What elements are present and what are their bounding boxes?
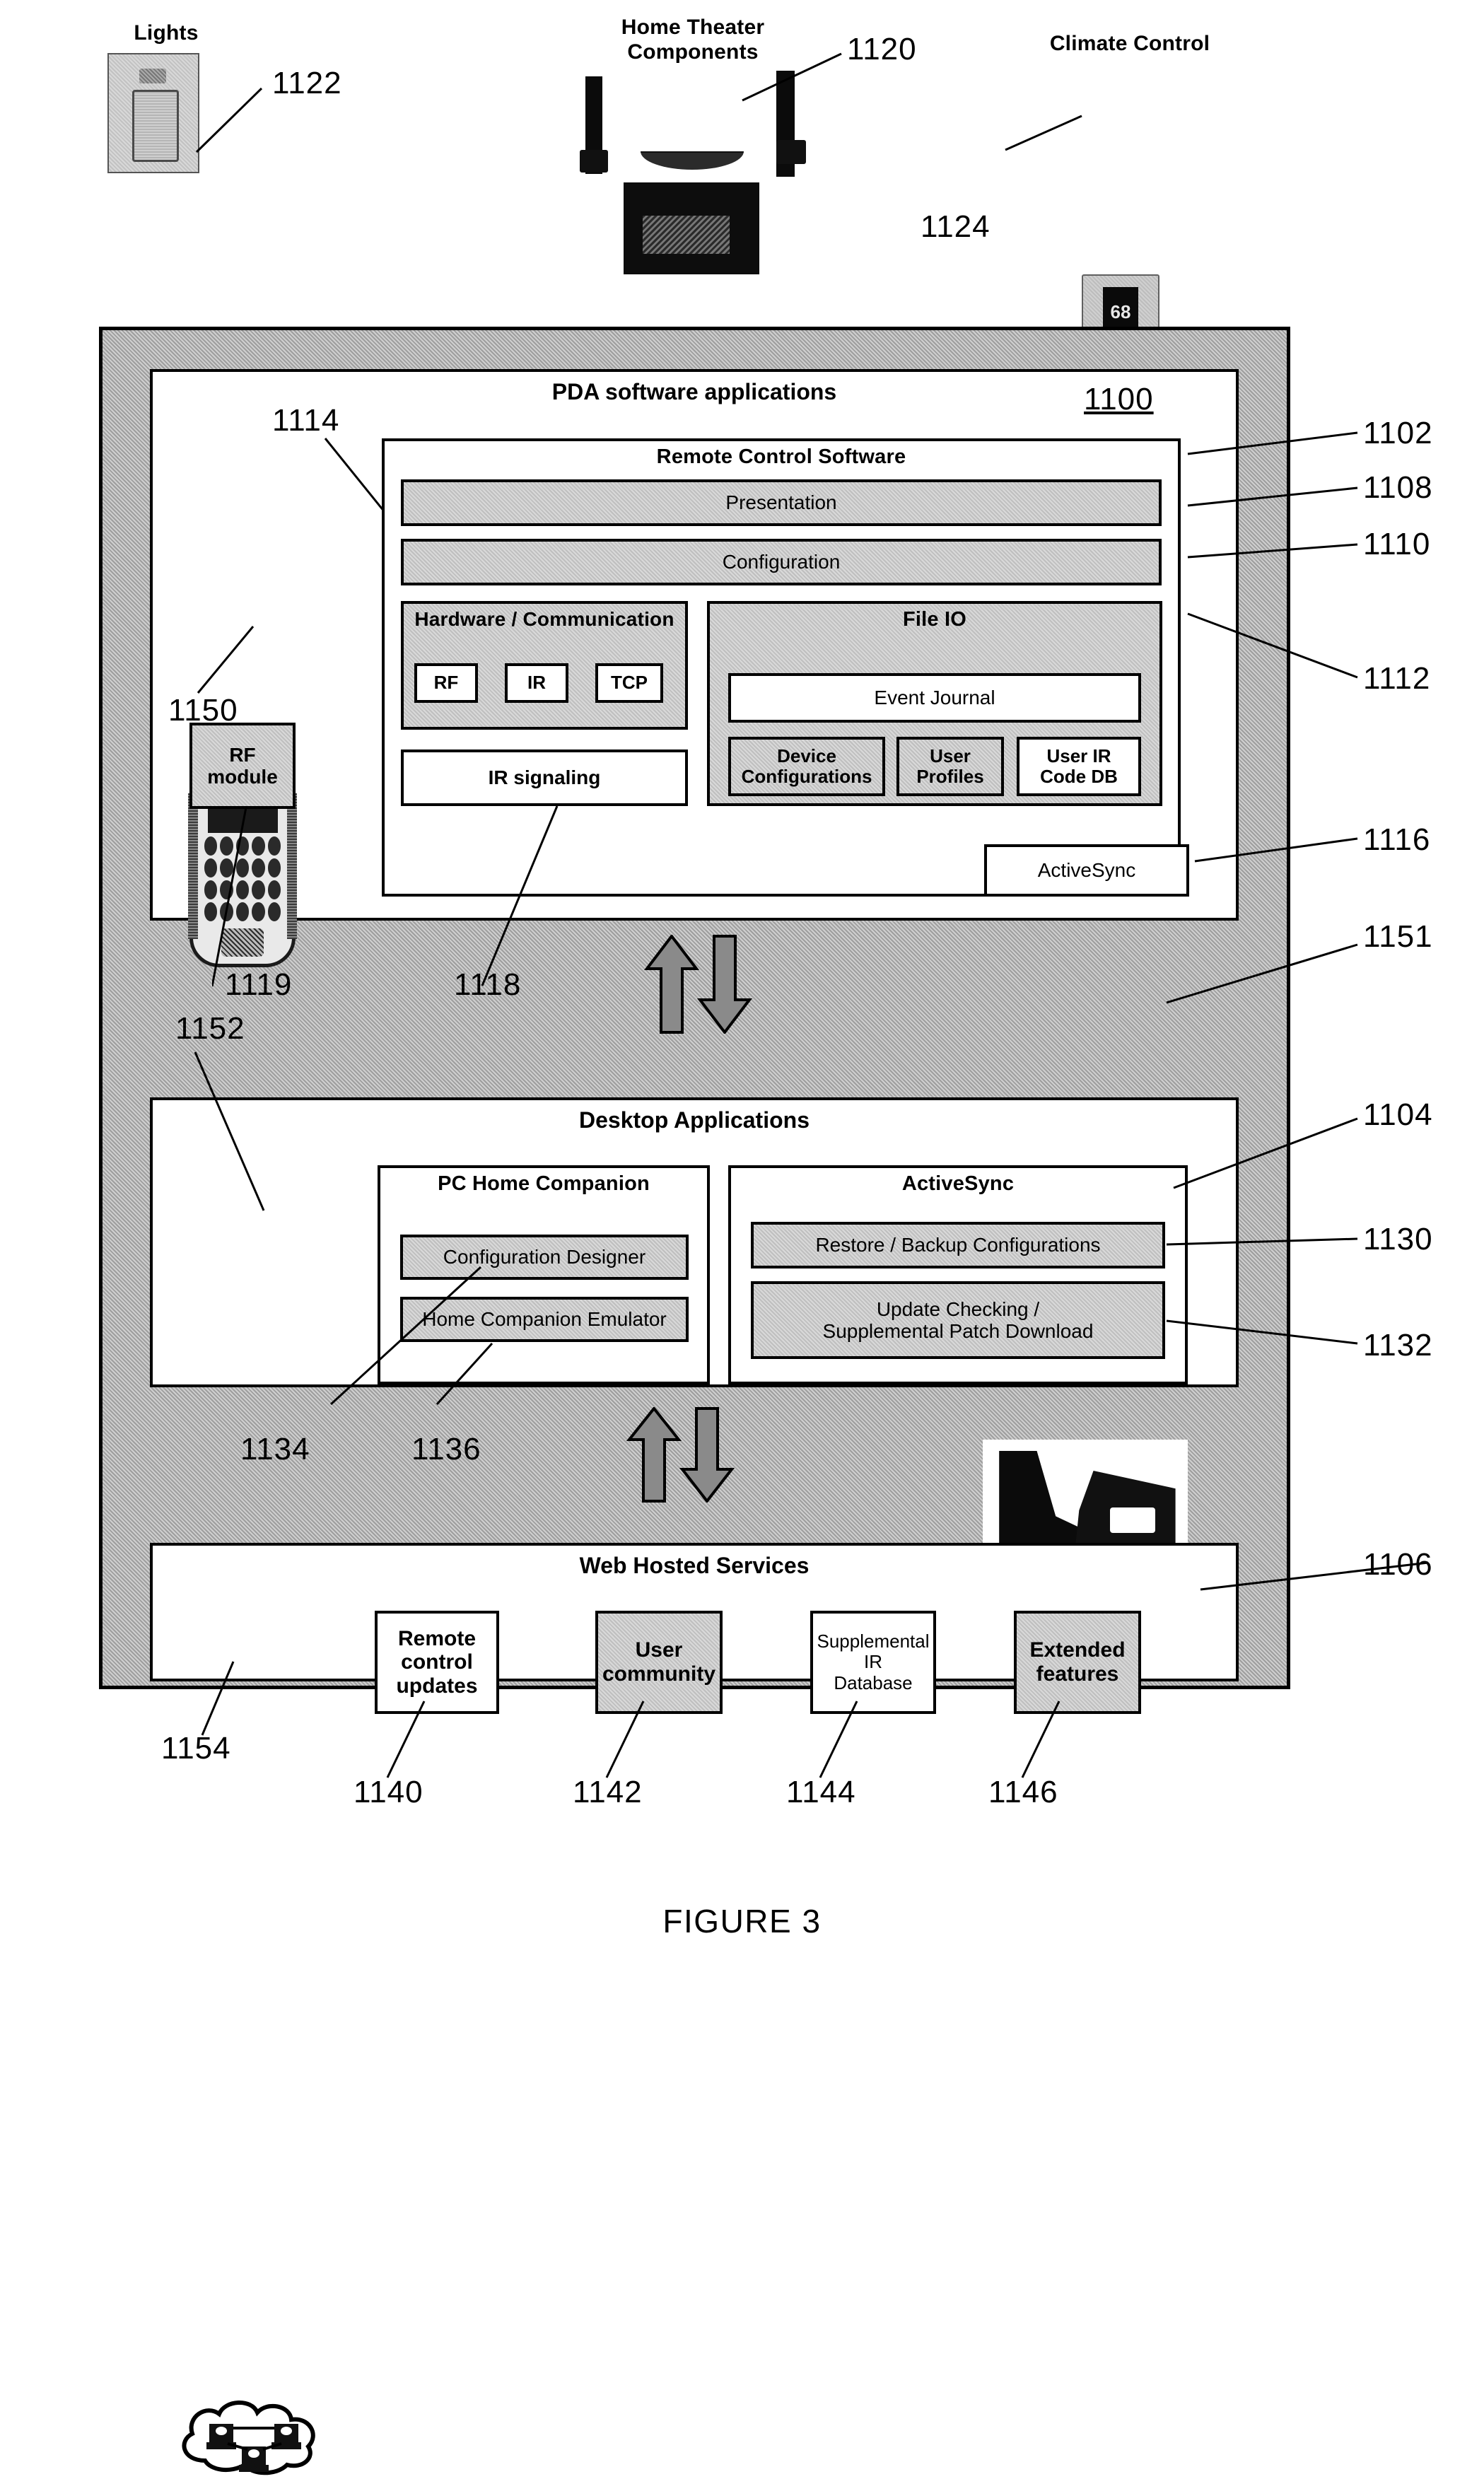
desktop-pc-photo bbox=[175, 1816, 331, 1978]
center-speaker-photo bbox=[580, 150, 608, 173]
configuration-label: Configuration bbox=[722, 551, 841, 573]
event-journal-label: Event Journal bbox=[874, 687, 995, 709]
leader-line-1120 bbox=[742, 52, 842, 102]
leader-line-1119 bbox=[212, 807, 247, 987]
device-configurations-line2: Configurations bbox=[741, 766, 872, 787]
ir-signaling-label: IR signaling bbox=[488, 766, 601, 789]
ref-1154: 1154 bbox=[161, 1731, 231, 1766]
configuration-box[interactable]: Configuration bbox=[401, 539, 1162, 585]
device-configurations-line1: Device bbox=[777, 745, 836, 766]
protocol-label-rf: RF bbox=[433, 672, 459, 694]
ref-1124-label: 1124 bbox=[921, 209, 991, 244]
remote-control-updates-line1: Remote bbox=[397, 1626, 477, 1650]
ref-1140: 1140 bbox=[354, 1775, 423, 1809]
file-io-title: File IO bbox=[902, 608, 967, 631]
leader-line-1151 bbox=[1166, 943, 1358, 1004]
internet-cloud-icon bbox=[168, 2394, 345, 2479]
remote-control-updates-line3: updates bbox=[396, 1674, 478, 1698]
television-photo bbox=[624, 182, 759, 274]
ref-1120: 1120 bbox=[847, 32, 917, 66]
ref-1132: 1132 bbox=[1363, 1328, 1433, 1363]
update-checking-box[interactable]: Update Checking / Supplemental Patch Dow… bbox=[751, 1281, 1165, 1359]
leader-lines-1134-1136 bbox=[329, 1266, 493, 1406]
supplemental-ir-database-line1: Supplemental IR bbox=[817, 1631, 930, 1673]
rf-module-label: RF module bbox=[192, 725, 293, 806]
subwoofer-photo bbox=[776, 140, 806, 164]
pc-home-companion-title: PC Home Companion bbox=[438, 1172, 650, 1195]
device-label-climate-control: Climate Control bbox=[1049, 32, 1210, 55]
figure-caption: FIGURE 3 bbox=[662, 1903, 822, 1940]
light-switch-photo bbox=[107, 53, 199, 173]
rf-module-line2: module bbox=[207, 766, 278, 788]
ref-1119: 1119 bbox=[225, 967, 293, 1002]
ref-1116: 1116 bbox=[1363, 822, 1431, 857]
restore-backup-configurations-box[interactable]: Restore / Backup Configurations bbox=[751, 1222, 1165, 1268]
protocol-label-ir: IR bbox=[527, 672, 546, 694]
ref-1151: 1151 bbox=[1363, 919, 1433, 954]
event-journal-box[interactable]: Event Journal bbox=[728, 673, 1141, 723]
ref-1146: 1146 bbox=[988, 1775, 1058, 1809]
protocol-box-ir[interactable]: IR bbox=[505, 663, 568, 703]
ref-1100: 1100 bbox=[1084, 382, 1154, 416]
ref-1106: 1106 bbox=[1363, 1547, 1433, 1582]
ref-1136: 1136 bbox=[411, 1432, 481, 1466]
leader-line-1118 bbox=[481, 805, 559, 986]
extended-features-line1: Extended bbox=[1029, 1638, 1126, 1662]
remote-control-updates-line2: control bbox=[401, 1650, 473, 1674]
user-community-line2: community bbox=[602, 1662, 716, 1686]
ref-1108: 1108 bbox=[1363, 470, 1433, 505]
protocol-label-tcp: TCP bbox=[611, 672, 648, 694]
device-label-home-theater-line1: Home Theater bbox=[621, 16, 765, 39]
update-checking-label: Update Checking / Supplemental Patch Dow… bbox=[754, 1284, 1162, 1356]
device-label-lights: Lights bbox=[134, 21, 199, 45]
user-profiles-label: User Profiles bbox=[899, 740, 1001, 793]
presentation-label: Presentation bbox=[725, 491, 837, 514]
user-profiles-box[interactable]: User Profiles bbox=[896, 737, 1004, 796]
supplemental-ir-database-line2: Database bbox=[834, 1672, 913, 1693]
restore-backup-configurations-label: Restore / Backup Configurations bbox=[815, 1234, 1101, 1256]
rf-module-box[interactable]: RF module bbox=[189, 723, 296, 809]
ref-1130: 1130 bbox=[1363, 1222, 1433, 1256]
ref-1152: 1152 bbox=[175, 1011, 245, 1046]
television-base bbox=[641, 151, 744, 170]
user-profiles-line2: Profiles bbox=[916, 766, 984, 787]
web-service-leaders bbox=[386, 1701, 1061, 1778]
user-ir-code-db-line2: Code DB bbox=[1040, 766, 1118, 787]
ref-1142: 1142 bbox=[573, 1775, 643, 1809]
presentation-box[interactable]: Presentation bbox=[401, 479, 1162, 526]
remote-control-software-title: Remote Control Software bbox=[656, 445, 906, 468]
web-panel-title: Web Hosted Services bbox=[579, 1553, 810, 1578]
user-ir-code-db-line1: User IR bbox=[1046, 745, 1111, 766]
user-profiles-line1: User bbox=[930, 745, 971, 766]
device-configurations-box[interactable]: Device Configurations bbox=[728, 737, 885, 796]
protocol-box-rf[interactable]: RF bbox=[414, 663, 478, 703]
ref-1110: 1110 bbox=[1363, 527, 1431, 561]
protocol-box-tcp[interactable]: TCP bbox=[595, 663, 663, 703]
ref-1134: 1134 bbox=[240, 1432, 310, 1466]
update-checking-line2: Supplemental Patch Download bbox=[822, 1320, 1094, 1342]
leader-line-1154 bbox=[201, 1661, 235, 1736]
ref-1102: 1102 bbox=[1363, 416, 1433, 450]
ir-signaling-box[interactable]: IR signaling bbox=[401, 749, 688, 806]
leader-line-1122 bbox=[195, 87, 263, 153]
sync-arrows-desktop-web bbox=[626, 1407, 735, 1503]
hardware-communication-title: Hardware / Communication bbox=[414, 608, 674, 630]
user-community-line1: User bbox=[635, 1638, 683, 1662]
desktop-panel-title: Desktop Applications bbox=[579, 1107, 810, 1133]
leader-line-1124 bbox=[1005, 115, 1082, 151]
leader-line-1152 bbox=[194, 1051, 265, 1211]
leader-line-1150 bbox=[197, 626, 255, 694]
device-configurations-label: Device Configurations bbox=[731, 740, 882, 793]
pda-panel-title: PDA software applications bbox=[551, 379, 837, 404]
desktop-activesync-title: ActiveSync bbox=[901, 1172, 1015, 1195]
rf-module-line1: RF bbox=[229, 743, 256, 766]
sync-arrows-pda-desktop bbox=[643, 935, 753, 1034]
ref-1118: 1118 bbox=[454, 967, 522, 1002]
ref-1104: 1104 bbox=[1363, 1097, 1433, 1132]
ref-1144: 1144 bbox=[786, 1775, 856, 1809]
update-checking-line1: Update Checking / bbox=[876, 1297, 1040, 1320]
ref-1122: 1122 bbox=[272, 66, 342, 100]
ref-1112: 1112 bbox=[1363, 661, 1431, 696]
extended-features-line2: features bbox=[1036, 1662, 1119, 1686]
